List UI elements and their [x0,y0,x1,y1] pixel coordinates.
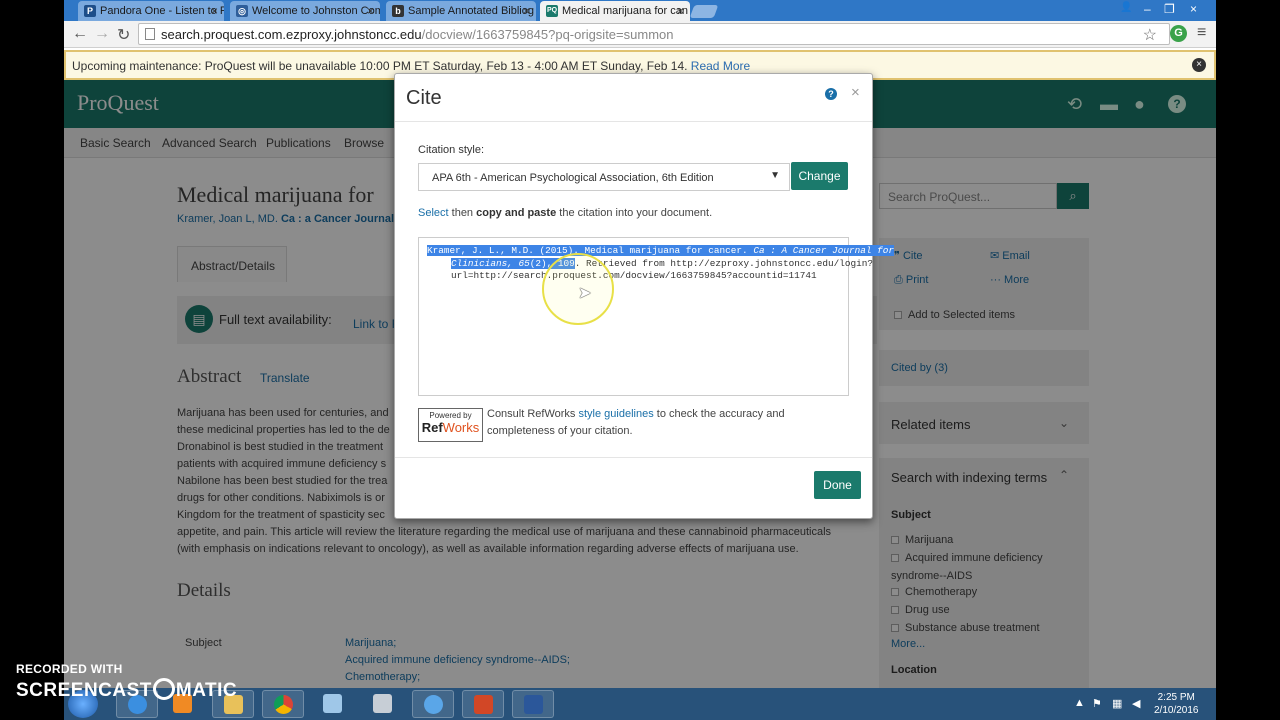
left-letterbox [0,0,64,720]
user-icon[interactable]: 👤 [1120,2,1132,13]
college-icon: ◎ [236,5,248,17]
citation-text: . Retrieved from http://ezproxy.johnston… [574,257,873,269]
pandora-icon: P [84,5,96,17]
forward-icon[interactable]: → [94,25,110,43]
calculator-icon[interactable] [362,690,404,718]
volume-icon[interactable]: ◀ [1132,697,1140,710]
flag-icon[interactable]: ⚑ [1092,697,1102,710]
restore-icon[interactable]: ❐ [1164,2,1175,16]
citation-journal: Clinicians, 65 [451,257,530,269]
tab-label: Pandora One - Listen to Pa [100,5,224,17]
style-guidelines-link[interactable]: style guidelines [579,408,654,420]
modal-close-icon[interactable]: × [851,84,860,101]
mouse-cursor-icon: ➤ [578,285,592,302]
chrome-icon[interactable] [262,690,304,718]
citation-journal: Ca : A Cancer Journal for [753,245,894,256]
citation-style-select[interactable]: APA 6th - American Psychological Associa… [418,163,790,191]
tab-label: Welcome to Johnston Com [252,5,380,17]
word-icon[interactable] [512,690,554,718]
watermark-brand: SCREENCAST MATIC [16,677,238,702]
tab-close-icon[interactable]: × [211,4,218,18]
tray-arrow-icon[interactable]: ▲ [1074,697,1085,709]
page-icon [145,28,155,40]
bibliography-icon: b [392,5,404,17]
clock-time: 2:25 PM [1157,692,1195,703]
close-window-icon[interactable]: × [1190,2,1197,16]
modal-title: Cite [406,87,442,109]
divider [395,457,872,458]
back-icon[interactable]: ← [72,25,88,43]
instr-bold: copy and paste [476,207,557,219]
url-host: search.proquest.com.ezproxy.johnstoncc.e… [161,27,422,42]
citation-style-value: APA 6th - American Psychological Associa… [432,172,714,184]
tab-close-icon[interactable]: × [677,4,684,18]
help-icon[interactable]: ? [825,88,837,100]
banner-close-icon[interactable]: × [1192,58,1206,72]
clock-date: 2/10/2016 [1154,705,1199,716]
new-tab-button[interactable] [689,5,719,18]
refworks-powered: Powered by [429,411,472,420]
refworks-ref: Ref [421,420,443,435]
done-button[interactable]: Done [814,471,861,499]
refworks-works: Works [442,420,480,435]
citation-textbox[interactable]: Kramer, J. L., M.D. (2015). Medical mari… [418,237,894,396]
powerpoint-icon[interactable] [462,690,504,718]
read-more-link[interactable]: Read More [691,59,750,73]
refworks-note-a: Consult RefWorks [487,408,576,420]
network-icon[interactable]: ▦ [1112,697,1122,710]
change-button[interactable]: Change [791,162,848,190]
refworks-note: Consult RefWorks style guidelines to che… [487,406,807,440]
cite-modal: Cite ? × Citation style: APA 6th - Ameri… [394,73,894,519]
instr-then: then [451,207,474,219]
calc-glyph [373,694,392,713]
watermark-brand-a: SCREENCAST [16,680,152,701]
refworks-logo: Powered by RefWorks [418,408,483,442]
chrome-menu-icon[interactable]: ≡ [1197,24,1206,42]
right-letterbox [1216,0,1280,720]
mc-glyph [424,695,443,714]
system-clock[interactable]: 2:25 PM 2/10/2016 [1154,691,1199,717]
proquest-icon: PQ [546,5,558,17]
citation-line: url=http://search.proquest.com/docview/1… [451,270,817,282]
reload-icon[interactable]: ↻ [117,25,130,45]
select-link[interactable]: Select [418,207,449,219]
citation-instructions: Select then copy and paste the citation … [418,207,712,219]
chrome-glyph [274,695,293,714]
tab-label: Medical marijuana for can [562,5,688,17]
tab-close-icon[interactable]: × [367,4,374,18]
dropdown-caret-icon: ▼ [770,170,780,181]
paint-icon[interactable] [312,690,354,718]
screencast-watermark: RECORDED WITH SCREENCAST MATIC [16,662,237,702]
url-path: /docview/1663759845?pq-origsite=summon [421,27,674,42]
word-glyph [524,695,543,714]
divider [395,121,872,122]
browser-toolbar: ← → ↻ search.proquest.com.ezproxy.johnst… [64,21,1216,48]
ppt-glyph [474,695,493,714]
watermark-brand-b: MATIC [175,680,238,701]
minimize-icon[interactable]: – [1144,2,1151,16]
citation-style-label: Citation style: [418,144,485,156]
tab-strip: P Pandora One - Listen to Pa × ◎ Welcome… [64,0,1216,21]
tab-close-icon[interactable]: × [523,4,530,18]
tab-bibliography[interactable]: b Sample Annotated Bibliog × [386,1,536,21]
refworks-wordmark: RefWorks [419,420,482,435]
paint-glyph [323,694,342,713]
bookmark-star-icon[interactable]: ☆ [1143,25,1157,45]
citation-line: Kramer, J. L., M.D. (2015). Medical mari… [427,245,894,258]
watermark-o-icon [152,677,175,700]
media-center-icon[interactable] [412,690,454,718]
tab-label: Sample Annotated Bibliog [408,5,534,17]
screen: P Pandora One - Listen to Pa × ◎ Welcome… [64,0,1216,720]
address-bar[interactable]: search.proquest.com.ezproxy.johnstoncc.e… [138,23,1170,45]
tab-proquest[interactable]: PQ Medical marijuana for can × [540,1,690,21]
instr-rest: the citation into your document. [559,207,713,219]
citation-line: Clinicians, 65(2), 109. Retrieved from h… [427,257,873,271]
watermark-top: RECORDED WITH [16,662,123,676]
tab-pandora[interactable]: P Pandora One - Listen to Pa × [78,1,224,21]
banner-text: Upcoming maintenance: ProQuest will be u… [72,59,688,73]
extension-g-icon[interactable]: G [1170,25,1187,42]
tab-johnston[interactable]: ◎ Welcome to Johnston Com × [230,1,380,21]
